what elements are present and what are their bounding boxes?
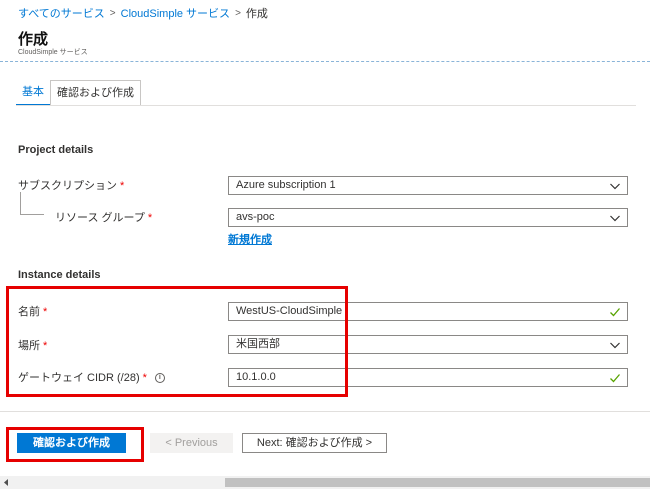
- tree-connector-horizontal: [20, 214, 44, 215]
- subscription-dropdown[interactable]: Azure subscription 1: [228, 176, 628, 195]
- checkmark-icon: [610, 308, 620, 317]
- resource-group-dropdown[interactable]: avs-poc: [228, 208, 628, 227]
- resource-group-value: avs-poc: [236, 211, 275, 223]
- chevron-down-icon: [610, 215, 620, 222]
- subscription-label: サブスクリプション *: [18, 177, 124, 193]
- header-divider: [0, 61, 650, 62]
- previous-button[interactable]: < Previous: [150, 433, 233, 453]
- tab-basics[interactable]: 基本: [16, 80, 50, 106]
- scroll-left-arrow-icon[interactable]: [2, 478, 10, 487]
- required-marker: *: [147, 212, 153, 224]
- tabs-divider: [16, 105, 636, 106]
- breadcrumb-cloudsimple-services[interactable]: CloudSimple サービス: [121, 5, 230, 21]
- highlight-box-review-button: [6, 427, 144, 462]
- required-marker: *: [120, 180, 125, 192]
- chevron-down-icon: [610, 183, 620, 190]
- resource-group-label-text: リソース グループ: [55, 212, 145, 224]
- breadcrumb-separator: >: [235, 7, 241, 19]
- page-title: 作成: [18, 31, 49, 48]
- breadcrumb-current: 作成: [245, 8, 268, 20]
- checkmark-icon: [610, 374, 620, 383]
- subscription-label-text: サブスクリプション: [18, 180, 117, 192]
- next-button[interactable]: Next: 確認および作成 >: [242, 433, 387, 453]
- horizontal-scrollbar[interactable]: [0, 476, 650, 489]
- subscription-value: Azure subscription 1: [236, 179, 336, 191]
- page-subtitle: CloudSimple サービス: [18, 49, 88, 56]
- breadcrumb-separator: >: [109, 7, 116, 19]
- tab-review-create[interactable]: 確認および作成: [50, 80, 141, 106]
- footer-divider: [0, 411, 650, 412]
- tab-bar: 基本 確認および作成: [16, 80, 141, 106]
- scrollbar-thumb[interactable]: [225, 478, 650, 487]
- project-details-heading: Project details: [18, 144, 94, 156]
- resource-group-label: リソース グループ *: [55, 209, 152, 225]
- create-new-resource-group-link[interactable]: 新規作成: [228, 231, 272, 247]
- tree-connector-vertical: [20, 192, 21, 214]
- highlight-box-instance-fields: [6, 286, 348, 397]
- breadcrumb-all-services[interactable]: すべてのサービス: [18, 5, 105, 21]
- instance-details-heading: Instance details: [18, 269, 101, 281]
- breadcrumb: すべてのサービス > CloudSimple サービス > 作成: [18, 5, 268, 21]
- chevron-down-icon: [610, 342, 620, 349]
